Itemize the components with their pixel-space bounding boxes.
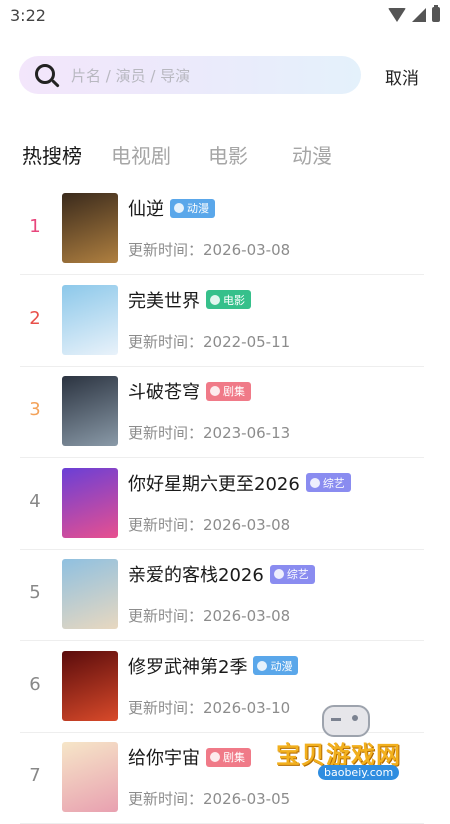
update-time: 更新时间：2026-03-08 xyxy=(128,241,291,259)
gamepad-icon xyxy=(322,705,370,737)
update-time: 更新时间：2026-03-05 xyxy=(128,790,291,808)
badge-label: 动漫 xyxy=(270,659,293,673)
status-bar: 3:22 xyxy=(0,0,450,32)
category-icon xyxy=(257,660,268,671)
battery-icon xyxy=(432,5,440,22)
item-title[interactable]: 你好星期六更至2026 xyxy=(128,470,300,496)
title-line: 仙逆 动漫 xyxy=(128,195,215,221)
update-time: 更新时间：2023-06-13 xyxy=(128,424,291,442)
watermark-url: baobeiy.com xyxy=(318,765,400,780)
search-input[interactable] xyxy=(69,56,353,96)
list-item[interactable]: 4 你好星期六更至2026 综艺更新时间：2026-03-08 xyxy=(20,458,424,550)
title-line: 斗破苍穹 剧集 xyxy=(128,378,251,404)
item-title[interactable]: 仙逆 xyxy=(128,195,164,221)
badge-label: 动漫 xyxy=(187,202,209,215)
signal-icon xyxy=(412,7,426,22)
search-icon xyxy=(35,64,55,84)
badge-label: 综艺 xyxy=(322,476,345,490)
poster-thumbnail[interactable] xyxy=(62,284,118,355)
title-line: 亲爱的客栈2026 综艺 xyxy=(128,561,315,587)
poster-thumbnail[interactable] xyxy=(62,742,118,812)
category-badge: 综艺 xyxy=(269,564,315,584)
rank-number: 6 xyxy=(29,673,41,695)
poster-thumbnail[interactable] xyxy=(62,376,118,446)
badge-label: 电影 xyxy=(223,293,245,307)
category-badge: 电影 xyxy=(206,290,251,309)
update-time: 更新时间：2022-05-11 xyxy=(128,332,291,351)
category-icon xyxy=(273,569,284,579)
category-badge: 综艺 xyxy=(305,473,351,492)
wifi-icon xyxy=(388,7,406,22)
tab-movies[interactable]: 电影 xyxy=(208,140,248,169)
search-box[interactable] xyxy=(19,56,361,96)
list-item[interactable]: 1 仙逆 动漫更新时间：2026-03-08 xyxy=(20,183,424,275)
item-title[interactable]: 亲爱的客栈2026 xyxy=(128,561,264,587)
poster-thumbnail[interactable] xyxy=(62,559,118,629)
rank-number: 2 xyxy=(29,307,41,329)
list-item[interactable]: 5 亲爱的客栈2026 综艺更新时间：2026-03-08 xyxy=(20,549,424,641)
badge-label: 综艺 xyxy=(286,568,309,581)
title-line: 完美世界 电影 xyxy=(128,287,251,313)
item-title[interactable]: 给你宇宙 xyxy=(128,744,200,770)
badge-label: 剧集 xyxy=(223,751,245,764)
category-icon xyxy=(210,752,220,762)
poster-thumbnail[interactable] xyxy=(62,650,118,721)
update-time: 更新时间：2026-03-08 xyxy=(128,515,291,534)
rank-number: 1 xyxy=(29,216,41,237)
status-icons xyxy=(388,5,440,22)
category-icon xyxy=(309,477,320,488)
title-line: 修罗武神第2季 动漫 xyxy=(128,653,299,679)
title-line: 你好星期六更至2026 综艺 xyxy=(128,470,351,496)
list-item[interactable]: 3 斗破苍穹 剧集更新时间：2023-06-13 xyxy=(20,366,424,458)
title-line: 给你宇宙 剧集 xyxy=(128,744,251,770)
item-title[interactable]: 斗破苍穹 xyxy=(128,378,200,404)
item-title[interactable]: 完美世界 xyxy=(128,287,200,313)
tab-hot-search[interactable]: 热搜榜 xyxy=(22,140,82,169)
badge-label: 剧集 xyxy=(223,385,245,398)
update-time: 更新时间：2026-03-08 xyxy=(128,607,291,625)
watermark-logo: 宝贝游戏网 baobeiy.com xyxy=(270,705,430,800)
poster-thumbnail[interactable] xyxy=(62,193,118,263)
rank-number: 7 xyxy=(29,765,41,786)
status-time: 3:22 xyxy=(10,6,46,25)
category-badge: 剧集 xyxy=(206,381,251,401)
category-badge: 动漫 xyxy=(170,198,215,218)
item-title[interactable]: 修罗武神第2季 xyxy=(128,653,247,679)
rank-number: 5 xyxy=(29,582,41,603)
tab-anime[interactable]: 动漫 xyxy=(292,140,332,169)
rank-number: 4 xyxy=(29,490,41,512)
category-badge: 剧集 xyxy=(206,747,251,767)
category-icon xyxy=(210,294,220,305)
update-time: 更新时间：2026-03-10 xyxy=(128,698,291,717)
list-item[interactable]: 2 完美世界 电影更新时间：2022-05-11 xyxy=(20,275,424,367)
category-badge: 动漫 xyxy=(253,656,299,675)
category-icon xyxy=(210,386,220,396)
cancel-button[interactable]: 取消 xyxy=(385,64,419,89)
poster-thumbnail[interactable] xyxy=(62,467,118,538)
tab-tv-series[interactable]: 电视剧 xyxy=(111,140,171,169)
rank-number: 3 xyxy=(29,399,41,420)
category-icon xyxy=(174,203,184,213)
